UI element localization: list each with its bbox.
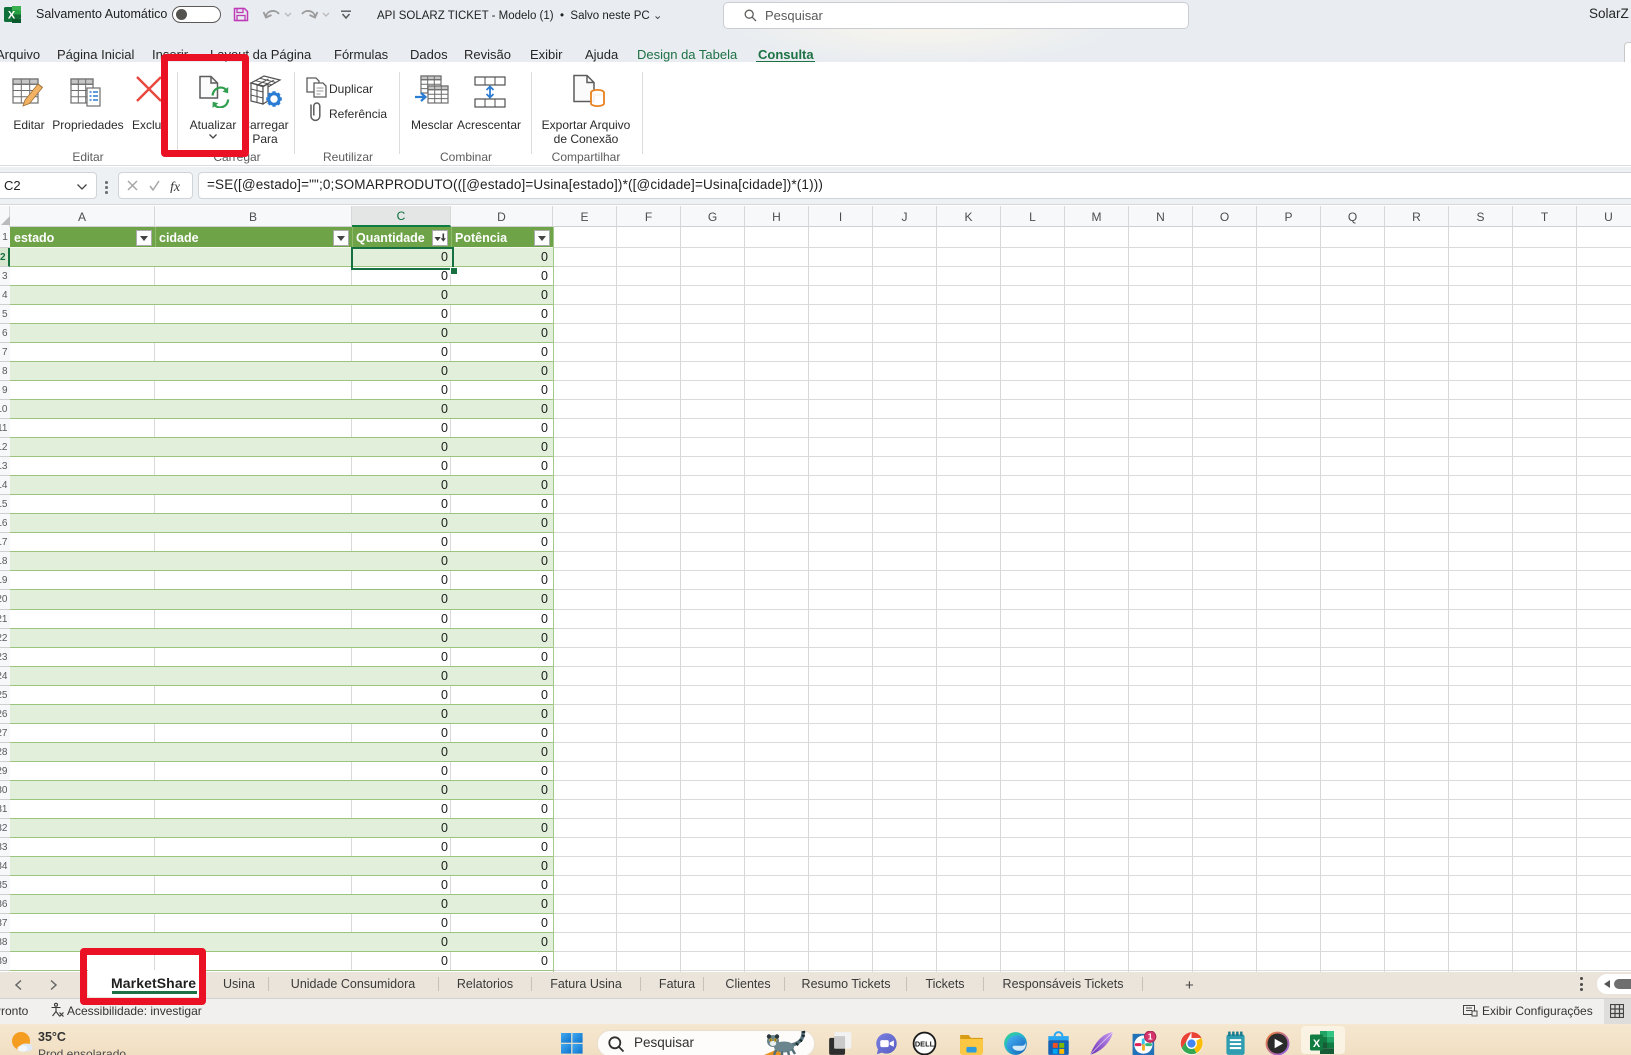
svg-text:X: X bbox=[8, 10, 16, 22]
svg-text:fx: fx bbox=[170, 180, 181, 193]
svg-text:DELL: DELL bbox=[915, 1040, 935, 1049]
svg-text:1: 1 bbox=[1148, 1032, 1153, 1042]
svg-text:X: X bbox=[1313, 1038, 1321, 1050]
